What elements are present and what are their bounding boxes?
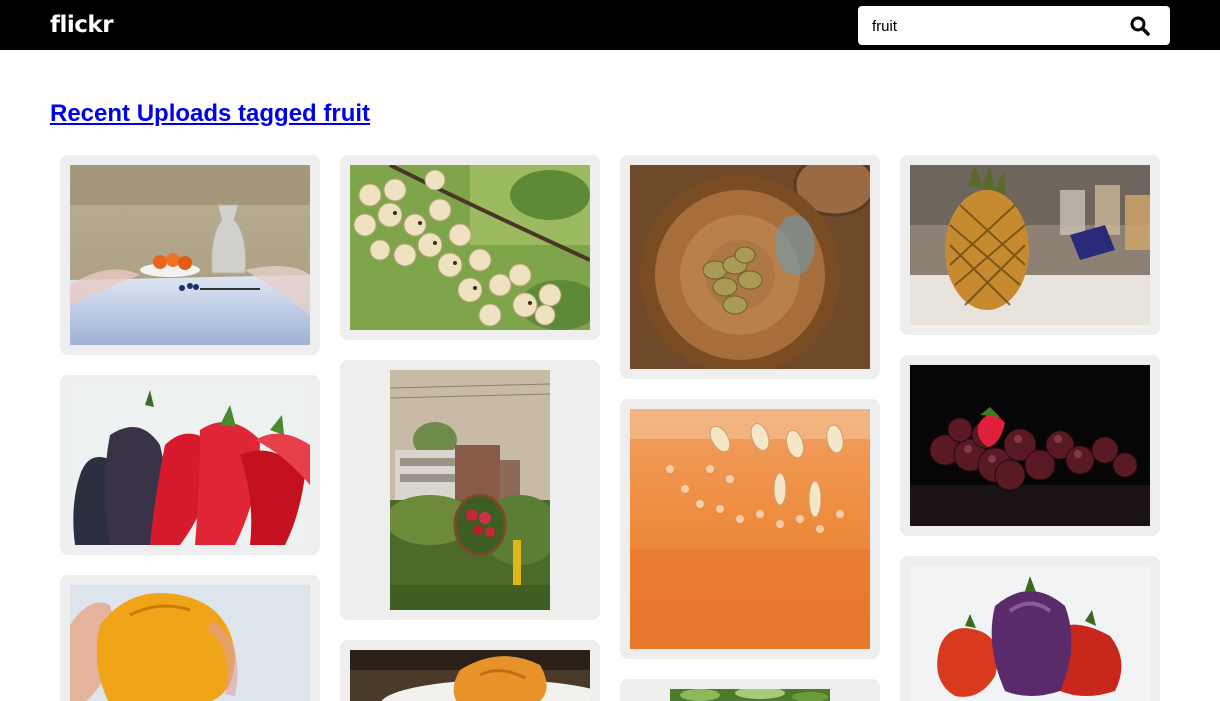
photo-card[interactable] (60, 155, 320, 355)
flickr-logo[interactable]: flickr (50, 10, 114, 40)
garden-photo[interactable] (390, 370, 550, 610)
melon-closeup-photo[interactable] (630, 409, 870, 649)
top-bar: flickr (0, 0, 1220, 50)
photo-card[interactable] (60, 375, 320, 555)
search-icon (1130, 16, 1150, 36)
search-box (858, 6, 1170, 45)
photo-card[interactable] (620, 399, 880, 659)
photo-card[interactable] (900, 556, 1160, 701)
photo-card[interactable] (900, 155, 1160, 335)
search-button[interactable] (1126, 12, 1154, 40)
kiwi-bowl-photo[interactable] (630, 165, 870, 369)
photo-card[interactable] (60, 575, 320, 701)
search-input[interactable] (872, 14, 1122, 38)
yellow-tomato-hand-photo[interactable] (70, 585, 310, 701)
greenery-photo[interactable] (670, 689, 830, 701)
peppers-photo[interactable] (70, 385, 310, 545)
photo-card[interactable] (620, 679, 880, 701)
photo-card[interactable] (620, 155, 880, 379)
photo-card[interactable] (900, 355, 1160, 536)
page-title-link[interactable]: Recent Uploads tagged fruit (50, 100, 370, 128)
tomato-plate-photo[interactable] (350, 650, 590, 701)
still-life-photo[interactable] (70, 165, 310, 345)
grapes-strawberry-photo[interactable] (910, 365, 1150, 526)
bell-peppers-photo[interactable] (910, 566, 1150, 701)
photo-card[interactable] (340, 155, 600, 340)
white-currants-photo[interactable] (350, 165, 590, 330)
photo-card[interactable] (340, 360, 600, 620)
photo-card[interactable] (340, 640, 600, 701)
pineapple-photo[interactable] (910, 165, 1150, 325)
